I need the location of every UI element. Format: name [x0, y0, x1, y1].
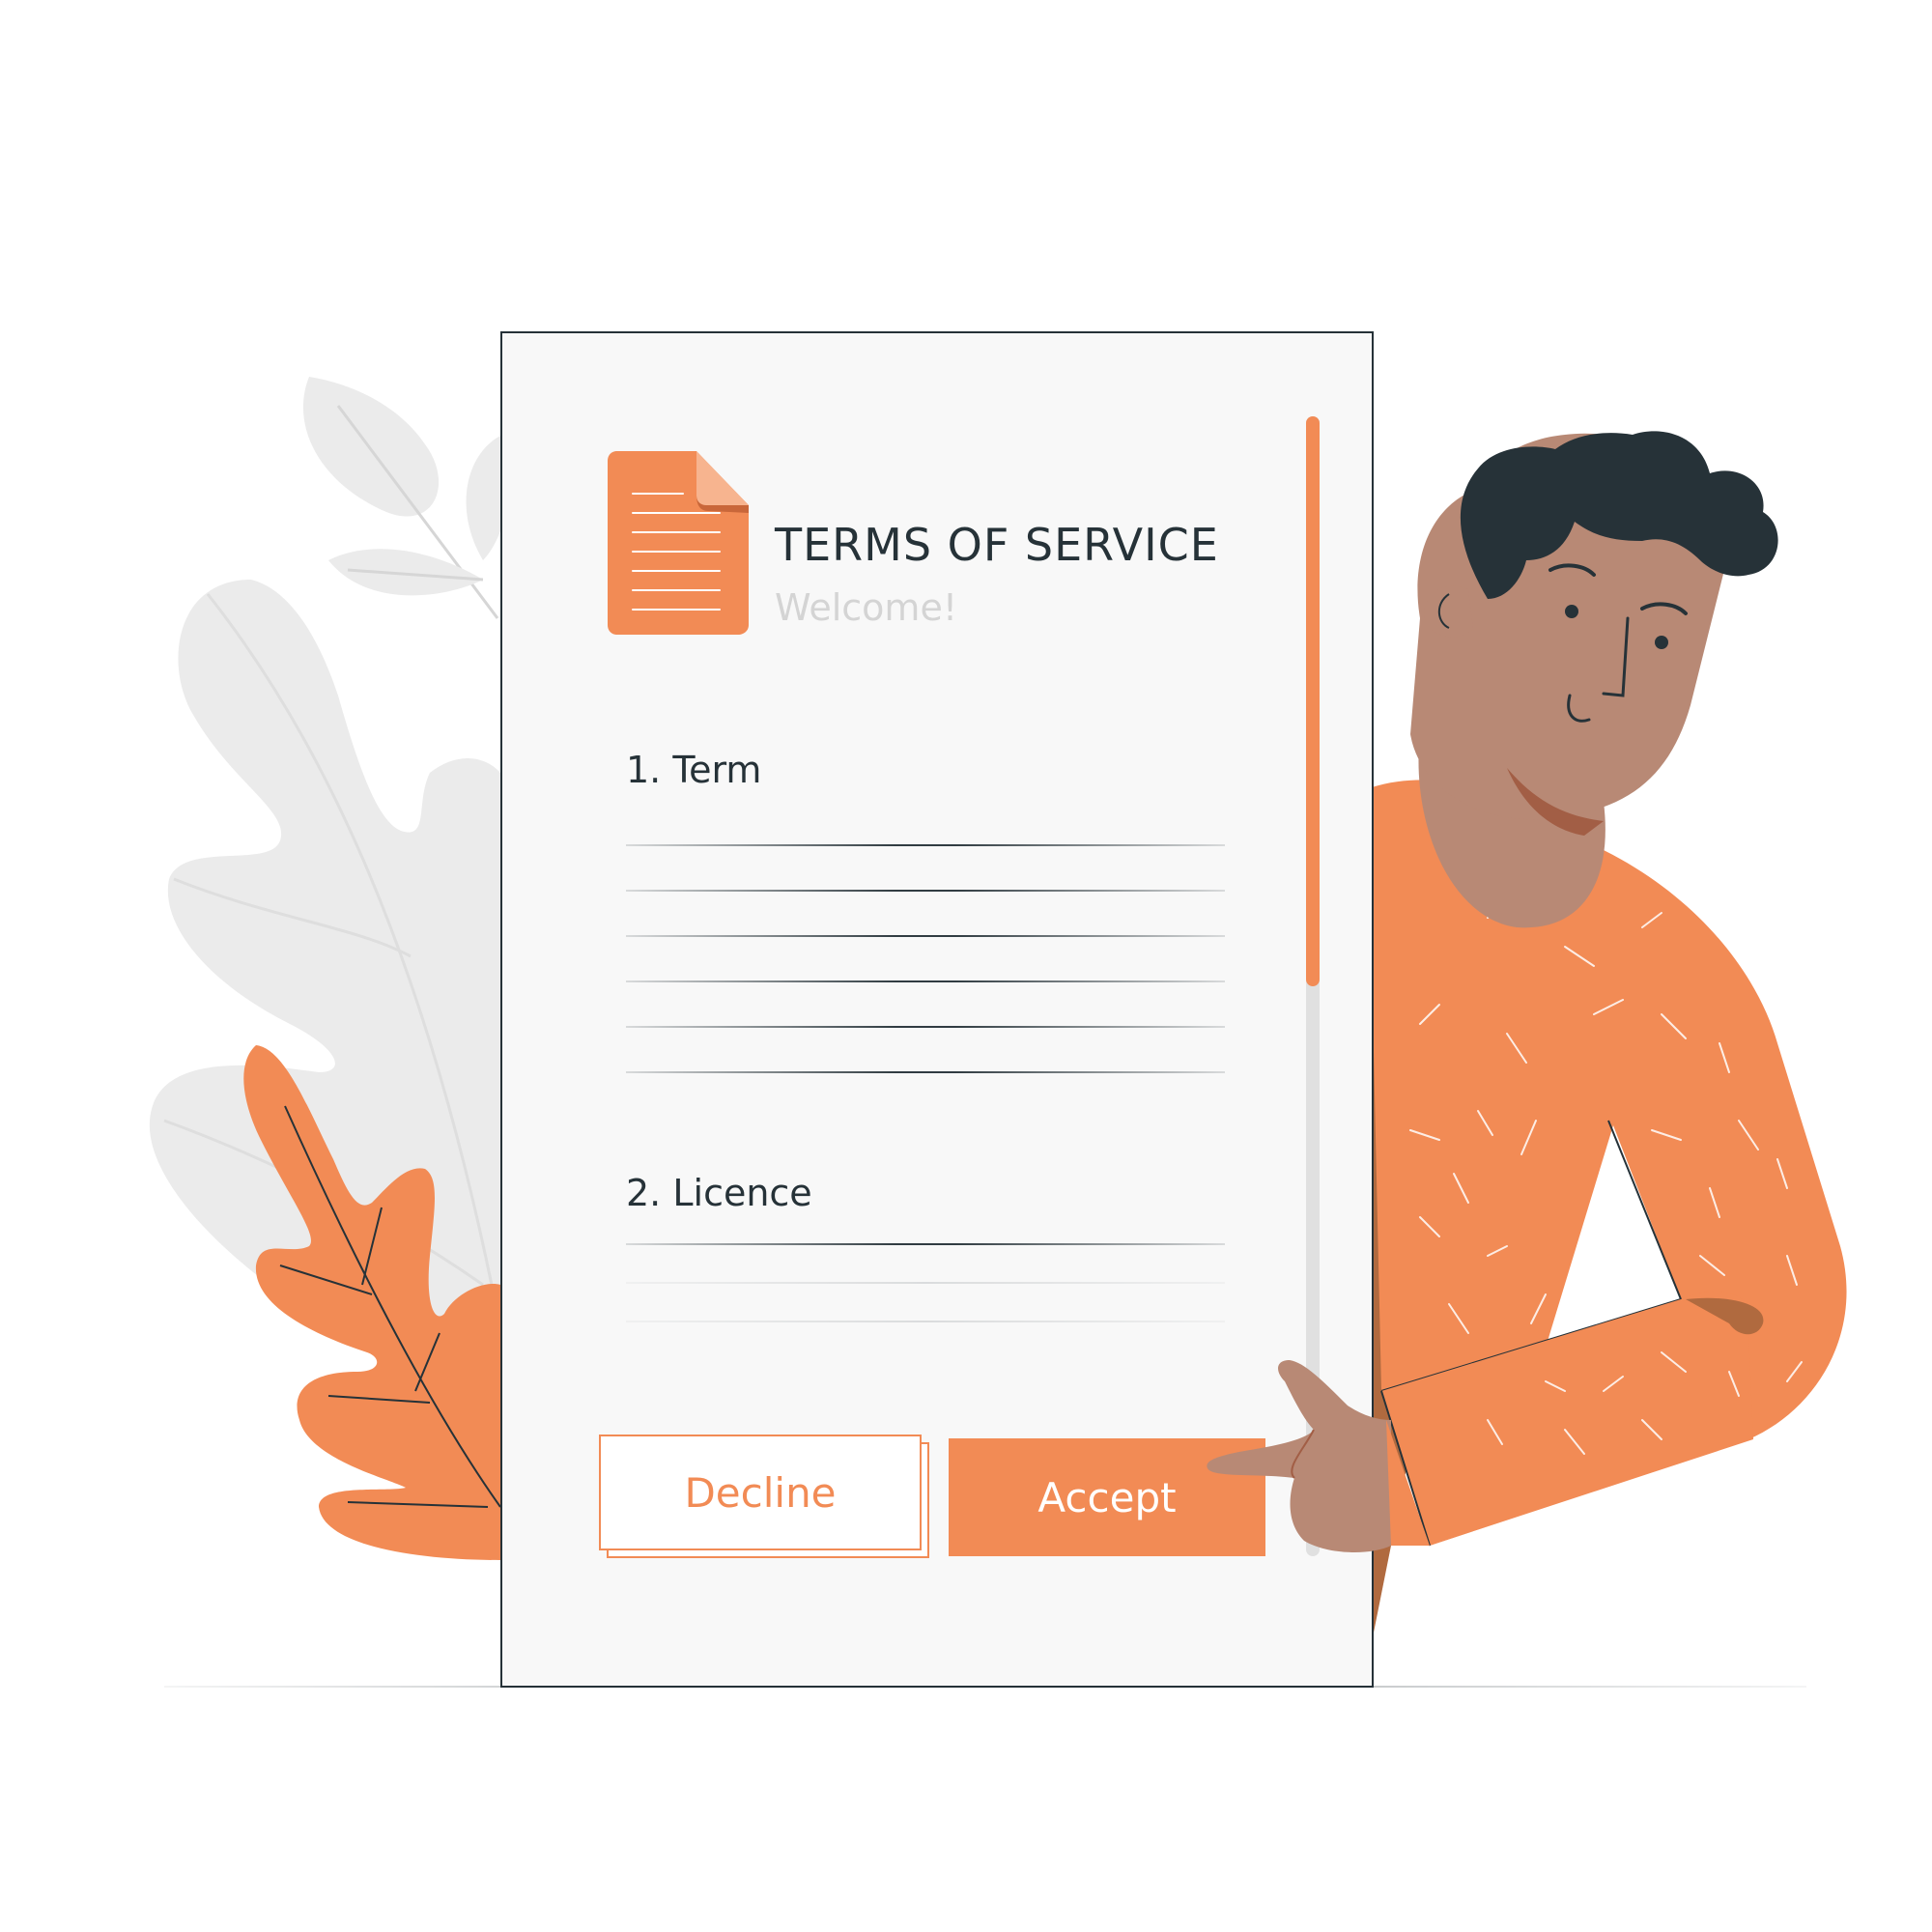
ground-line — [164, 1686, 1806, 1688]
illustration-stage: TERMS OF SERVICE Welcome! 1. Term 2. Lic… — [0, 0, 1932, 1932]
pointing-hand-icon — [1207, 1360, 1430, 1552]
